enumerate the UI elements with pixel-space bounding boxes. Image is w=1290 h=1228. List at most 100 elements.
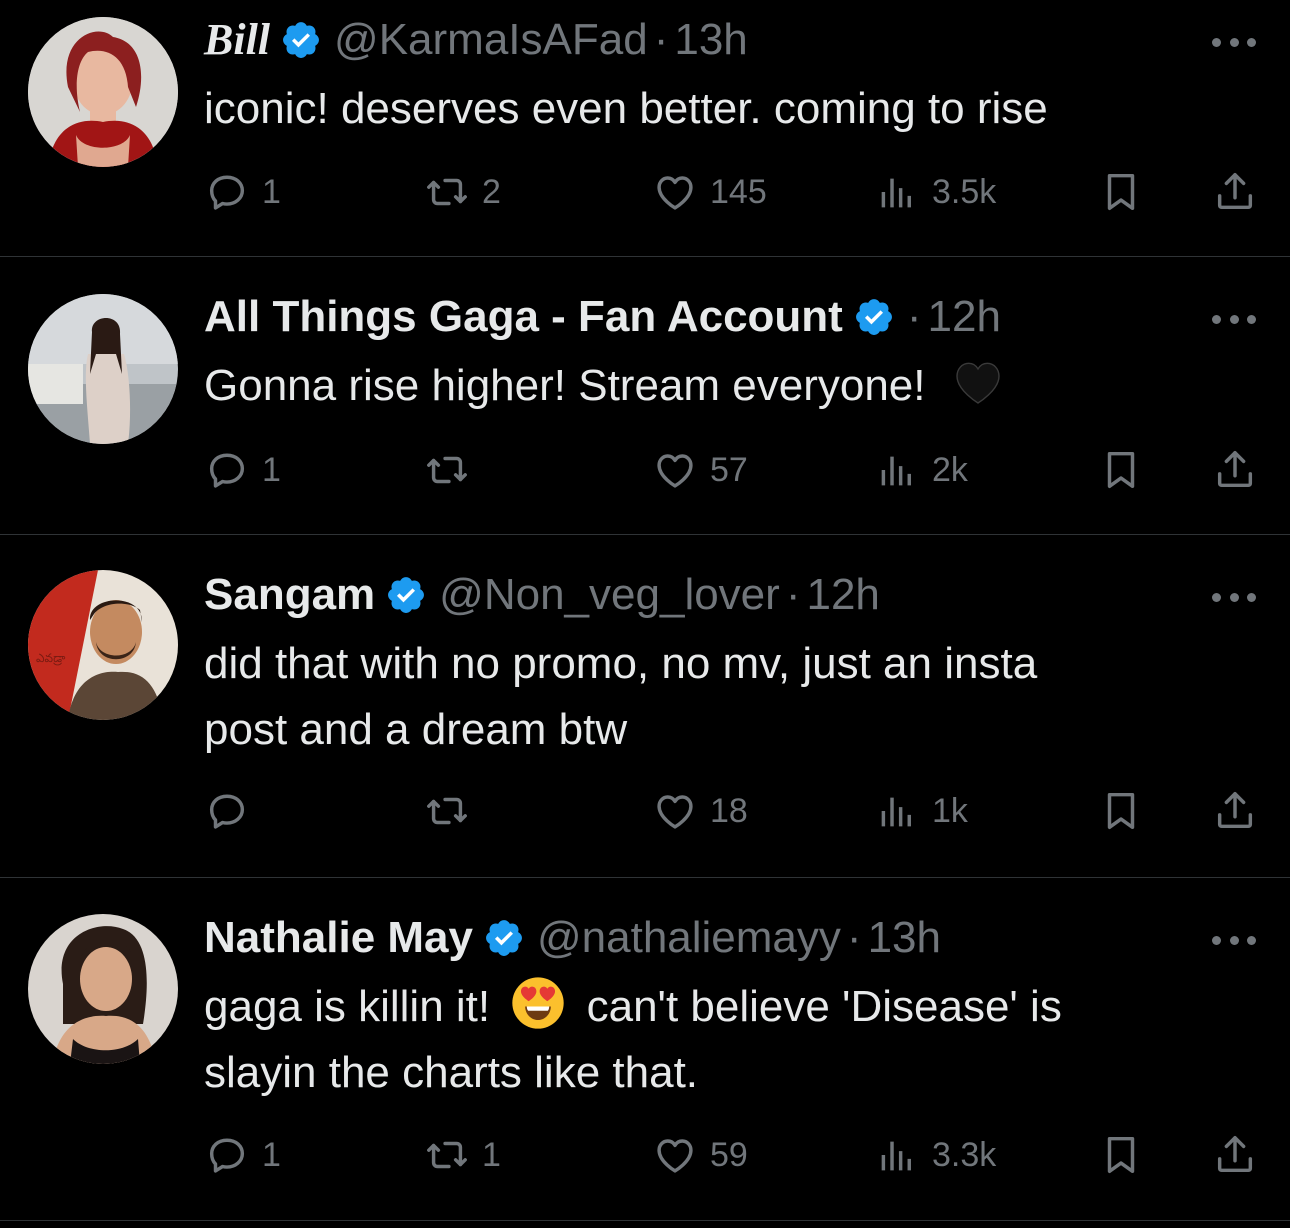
- separator-dot: ·: [785, 570, 801, 619]
- share-button[interactable]: [1212, 781, 1258, 841]
- like-icon: [652, 169, 698, 215]
- tweet-header: Nathalie May @nathaliemayy · 13h: [204, 912, 1170, 964]
- reply-icon: [204, 447, 250, 493]
- retweet-icon: [424, 447, 470, 493]
- share-button[interactable]: [1212, 162, 1258, 222]
- view-count: 2k: [932, 450, 968, 489]
- tweet-item[interactable]: All Things Gaga - Fan Account · 12h Gonn…: [0, 257, 1290, 535]
- retweet-icon: [424, 788, 470, 834]
- views-icon: [874, 788, 920, 834]
- reply-button[interactable]: 1: [204, 440, 281, 500]
- display-name[interactable]: Sangam: [204, 569, 375, 621]
- retweet-button[interactable]: [424, 781, 482, 841]
- black-heart-icon: [950, 354, 1006, 410]
- views-icon: [874, 169, 920, 215]
- reply-count: 1: [262, 450, 281, 489]
- action-bar: 1 57 2k: [0, 440, 1290, 500]
- tweet-text-line: slayin the charts like that.: [204, 1048, 699, 1097]
- tweet-text-content: Gonna rise higher! Stream everyone!: [204, 361, 926, 410]
- tweet-header: Sangam @Non_veg_lover · 12h: [204, 569, 1170, 621]
- timestamp[interactable]: 13h: [868, 912, 941, 964]
- tweet-text: gaga is killin it! can't believe 'Diseas…: [204, 974, 1210, 1106]
- like-button[interactable]: 18: [652, 781, 748, 841]
- view-count: 3.5k: [932, 172, 997, 211]
- reply-count: 1: [262, 1135, 281, 1174]
- username-handle[interactable]: @KarmaIsAFad: [334, 14, 648, 66]
- more-options-icon[interactable]: [1212, 312, 1256, 326]
- retweet-count: 1: [482, 1135, 501, 1174]
- separator-dot: ·: [906, 292, 922, 341]
- separator-dot: ·: [653, 15, 669, 64]
- timestamp[interactable]: 12h: [806, 569, 879, 621]
- like-icon: [652, 447, 698, 493]
- reply-count: 1: [262, 172, 281, 211]
- views-button[interactable]: 3.5k: [874, 162, 996, 222]
- views-button[interactable]: 2k: [874, 440, 968, 500]
- avatar[interactable]: [28, 914, 178, 1064]
- avatar[interactable]: [28, 17, 178, 167]
- reply-icon: [204, 169, 250, 215]
- share-icon: [1212, 1132, 1258, 1178]
- like-icon: [652, 788, 698, 834]
- retweet-button[interactable]: 2: [424, 162, 501, 222]
- tweet-text-line: did that with no promo, no mv, just an i…: [204, 639, 1038, 688]
- more-options-icon[interactable]: [1212, 590, 1256, 604]
- bookmark-icon: [1098, 169, 1144, 215]
- action-bar: 1 1 59 3.3k: [0, 1125, 1290, 1185]
- bookmark-button[interactable]: [1098, 1125, 1144, 1185]
- like-button[interactable]: 57: [652, 440, 748, 500]
- views-button[interactable]: 3.3k: [874, 1125, 996, 1185]
- bookmark-button[interactable]: [1098, 162, 1144, 222]
- verified-badge-icon: [280, 19, 322, 61]
- display-name[interactable]: All Things Gaga - Fan Account: [204, 291, 843, 343]
- reply-button[interactable]: [204, 781, 262, 841]
- avatar[interactable]: ఎవడ్రా: [28, 570, 178, 720]
- action-bar: 1 2 145 3.5k: [0, 162, 1290, 222]
- views-icon: [874, 1132, 920, 1178]
- display-name[interactable]: Nathalie May: [204, 912, 473, 964]
- display-name[interactable]: Bill: [204, 14, 270, 66]
- tweet-item[interactable]: Bill @KarmaIsAFad · 13h iconic! deserves…: [0, 0, 1290, 257]
- like-count: 57: [710, 450, 748, 489]
- like-count: 18: [710, 791, 748, 830]
- bookmark-icon: [1098, 788, 1144, 834]
- tweet-item[interactable]: ఎవడ్రా Sangam @Non_veg_lover · 12h did t…: [0, 535, 1290, 878]
- share-icon: [1212, 788, 1258, 834]
- like-button[interactable]: 145: [652, 162, 767, 222]
- username-handle[interactable]: @nathaliemayy: [537, 912, 841, 964]
- share-icon: [1212, 447, 1258, 493]
- like-button[interactable]: 59: [652, 1125, 748, 1185]
- more-options-icon[interactable]: [1212, 933, 1256, 947]
- reply-button[interactable]: 1: [204, 162, 281, 222]
- bookmark-button[interactable]: [1098, 440, 1144, 500]
- username-handle[interactable]: @Non_veg_lover: [439, 569, 780, 621]
- share-icon: [1212, 169, 1258, 215]
- retweet-button[interactable]: [424, 440, 482, 500]
- reply-button[interactable]: 1: [204, 1125, 281, 1185]
- like-count: 145: [710, 172, 767, 211]
- like-icon: [652, 1132, 698, 1178]
- avatar[interactable]: [28, 294, 178, 444]
- views-button[interactable]: 1k: [874, 781, 968, 841]
- reply-feed: Bill @KarmaIsAFad · 13h iconic! deserves…: [0, 0, 1290, 1228]
- tweet-text: Gonna rise higher! Stream everyone!: [204, 353, 1210, 419]
- tweet-text: iconic! deserves even better. coming to …: [204, 76, 1210, 142]
- verified-badge-icon: [385, 574, 427, 616]
- tweet-text-content: can't believe 'Disease' is: [586, 982, 1062, 1031]
- reply-icon: [204, 788, 250, 834]
- verified-badge-icon: [853, 296, 895, 338]
- bookmark-icon: [1098, 447, 1144, 493]
- bookmark-icon: [1098, 1132, 1144, 1178]
- view-count: 3.3k: [932, 1135, 997, 1174]
- timestamp[interactable]: 12h: [928, 291, 1001, 343]
- retweet-button[interactable]: 1: [424, 1125, 501, 1185]
- timestamp[interactable]: 13h: [674, 14, 747, 66]
- tweet-item[interactable]: Nathalie May @nathaliemayy · 13h gaga is…: [0, 878, 1290, 1221]
- tweet-text-content: iconic! deserves even better. coming to …: [204, 84, 1048, 133]
- share-button[interactable]: [1212, 440, 1258, 500]
- share-button[interactable]: [1212, 1125, 1258, 1185]
- more-options-icon[interactable]: [1212, 35, 1256, 49]
- bookmark-button[interactable]: [1098, 781, 1144, 841]
- retweet-icon: [424, 169, 470, 215]
- tweet-header: All Things Gaga - Fan Account · 12h: [204, 291, 1170, 343]
